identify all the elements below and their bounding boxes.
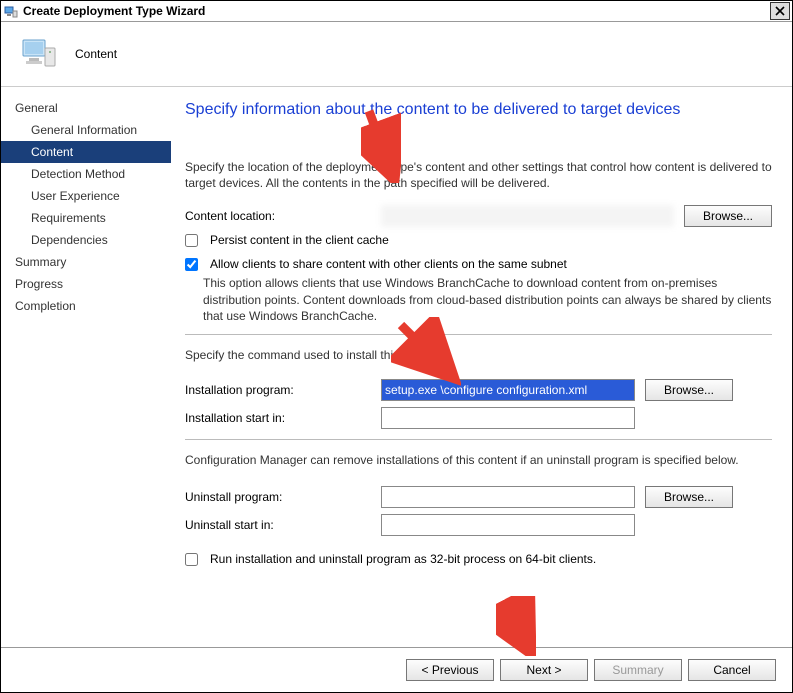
nav-summary[interactable]: Summary: [1, 251, 171, 273]
content-pane: Specify information about the content to…: [171, 87, 792, 647]
install-start-input[interactable]: [381, 407, 635, 429]
label-content-location: Content location:: [185, 209, 381, 223]
titlebar: Create Deployment Type Wizard: [1, 1, 792, 22]
label-uninstall-program: Uninstall program:: [185, 490, 381, 504]
app-icon: [3, 3, 19, 19]
wizard-window: Create Deployment Type Wizard Content G: [0, 0, 793, 693]
persist-checkbox[interactable]: [185, 234, 198, 247]
row-install-start: Installation start in:: [185, 407, 772, 429]
run32-label: Run installation and uninstall program a…: [210, 552, 596, 566]
row-uninstall-program: Uninstall program: Browse...: [185, 486, 772, 508]
branchcache-note: This option allows clients that use Wind…: [203, 275, 772, 324]
nav-completion[interactable]: Completion: [1, 295, 171, 317]
run32-checkbox[interactable]: [185, 553, 198, 566]
label-install-start: Installation start in:: [185, 411, 381, 425]
label-install-program: Installation program:: [185, 383, 381, 397]
label-uninstall-start: Uninstall start in:: [185, 518, 381, 532]
close-button[interactable]: [770, 2, 790, 20]
nav-progress[interactable]: Progress: [1, 273, 171, 295]
divider-2: [185, 439, 772, 440]
uninstall-start-input[interactable]: [381, 514, 635, 536]
install-program-input[interactable]: [381, 379, 635, 401]
uninstall-program-input[interactable]: [381, 486, 635, 508]
row-install-program: Installation program: Browse...: [185, 379, 772, 401]
row-allow-share: Allow clients to share content with othe…: [185, 257, 772, 271]
summary-button: Summary: [594, 659, 682, 681]
row-persist: Persist content in the client cache: [185, 233, 772, 247]
window-title: Create Deployment Type Wizard: [23, 4, 770, 18]
header-label: Content: [75, 47, 117, 61]
row-run32: Run installation and uninstall program a…: [185, 552, 772, 566]
persist-label: Persist content in the client cache: [210, 233, 389, 247]
nav-general-information[interactable]: General Information: [1, 119, 171, 141]
sidebar: General General Information Content Dete…: [1, 87, 171, 647]
nav-content[interactable]: Content: [1, 141, 171, 163]
nav-user-experience[interactable]: User Experience: [1, 185, 171, 207]
footer: < Previous Next > Summary Cancel: [1, 647, 792, 692]
nav-general[interactable]: General: [1, 97, 171, 119]
nav-requirements[interactable]: Requirements: [1, 207, 171, 229]
browse-uninstall-program-button[interactable]: Browse...: [645, 486, 733, 508]
browse-content-location-button[interactable]: Browse...: [684, 205, 772, 227]
page-heading: Specify information about the content to…: [185, 101, 772, 119]
uninstall-note: Configuration Manager can remove install…: [185, 452, 772, 468]
previous-button[interactable]: < Previous: [406, 659, 494, 681]
nav-dependencies[interactable]: Dependencies: [1, 229, 171, 251]
nav-detection-method[interactable]: Detection Method: [1, 163, 171, 185]
intro-text: Specify the location of the deployment t…: [185, 159, 772, 191]
row-uninstall-start: Uninstall start in:: [185, 514, 772, 536]
specify-cmd-text: Specify the command used to install this…: [185, 347, 772, 363]
cancel-button[interactable]: Cancel: [688, 659, 776, 681]
divider-1: [185, 334, 772, 335]
row-content-location: Content location: Browse...: [185, 205, 772, 227]
computer-icon: [19, 34, 59, 74]
allow-share-checkbox[interactable]: [185, 258, 198, 271]
header-band: Content: [1, 22, 792, 87]
allow-share-label: Allow clients to share content with othe…: [210, 257, 567, 271]
browse-install-program-button[interactable]: Browse...: [645, 379, 733, 401]
body: General General Information Content Dete…: [1, 87, 792, 647]
content-location-value: [381, 205, 674, 227]
next-button[interactable]: Next >: [500, 659, 588, 681]
